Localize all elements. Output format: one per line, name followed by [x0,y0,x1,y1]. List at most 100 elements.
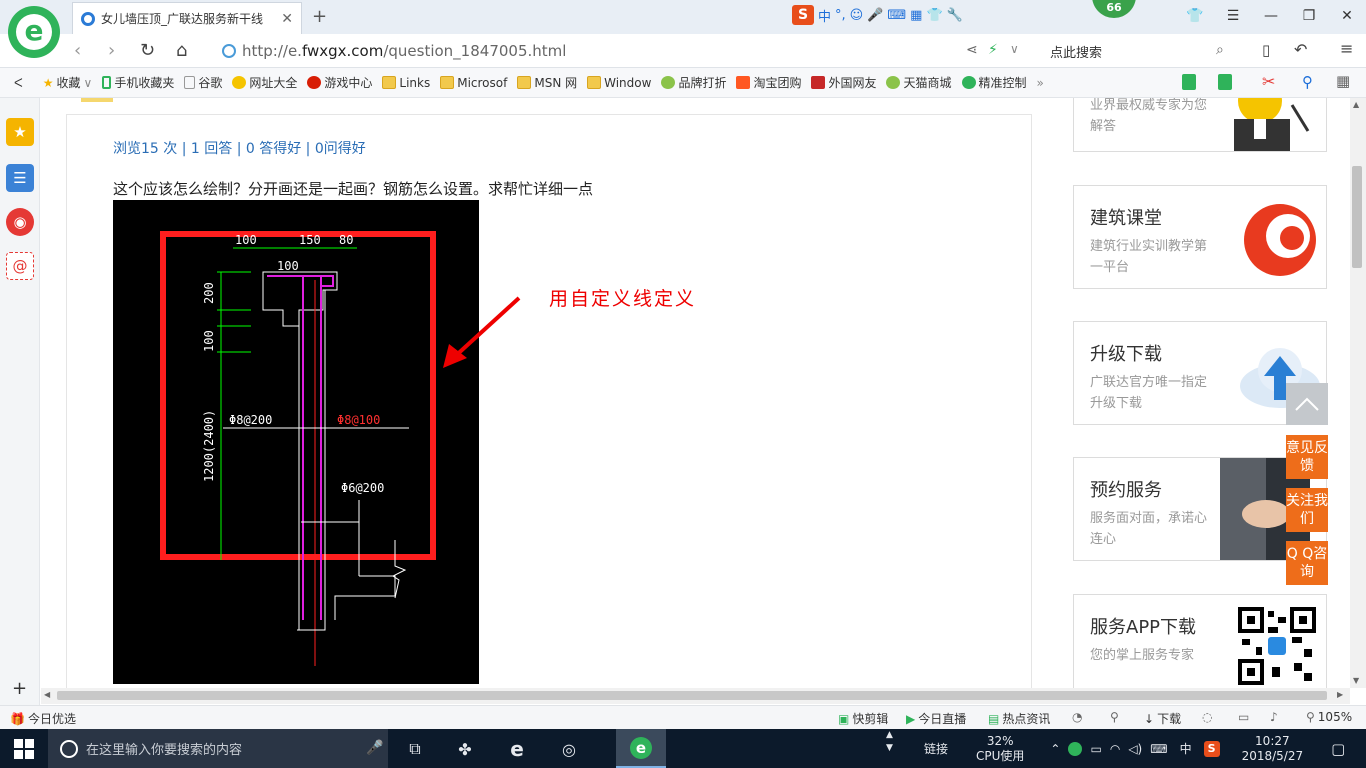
shirt-icon[interactable]: 👕 [926,8,942,23]
vertical-scrollbar[interactable]: ▲ ▼ [1350,98,1366,688]
address-bar[interactable]: http://e. fwxgx.com/question_1847005.html [222,40,1032,62]
phone-icon[interactable]: ▯ [1262,41,1270,59]
question-stats[interactable]: 浏览15 次 | 1 回答 | 0 答得好 | 0问得好 [113,138,366,158]
show-hidden-icon[interactable]: ⌃ [1050,742,1060,756]
browser-tray-icon[interactable] [1068,741,1083,756]
building-class-card[interactable]: 建筑课堂 建筑行业实训教学第一平台 [1073,185,1327,289]
bookmark-item[interactable]: ★ 收藏 ∨ [43,74,93,91]
ie-browser-icon[interactable]: e [500,735,534,763]
keyboard-icon[interactable]: ⌨ [887,8,906,23]
bookmark-item[interactable]: 谷歌 [184,74,222,91]
close-icon[interactable]: ✕ [1328,0,1366,32]
undo-icon[interactable]: ↶ [1294,40,1307,59]
home-icon[interactable]: ⌂ [176,40,187,61]
wrench-icon[interactable]: 🔧 [947,8,963,23]
bookmark-item[interactable]: Window [587,76,651,90]
shield-icon[interactable] [1182,74,1196,90]
bookmark-item[interactable]: 游戏中心 [307,74,372,91]
clock[interactable]: 10:27 2018/5/27 [1242,734,1304,764]
bookmark-item[interactable]: 网址大全 [232,74,297,91]
download-item[interactable]: ↓ 下载 [1144,710,1181,727]
grid-icon[interactable]: ▦ [910,8,922,23]
windows-start-icon[interactable] [14,739,34,759]
wifi-icon[interactable]: ◠ [1110,742,1120,756]
cad-drawing-image[interactable]: 100 150 80 100 200 100 1200(2400) Φ8@200… [113,200,479,684]
horizontal-scrollbar[interactable]: ◀ ▶ [41,688,1350,704]
microphone-icon[interactable]: 🎤 [366,740,383,756]
taskbar-scroll-icon[interactable]: ▲ ▼ [886,729,893,755]
back-to-top-button[interactable] [1286,383,1328,425]
live-item[interactable]: ▶ 今日直播 [906,710,966,727]
browser-tab[interactable]: 女儿墙压顶_广联达服务新干线 ✕ [72,2,302,34]
browser-taskbar-icon[interactable]: e [616,729,666,768]
bookmark-item[interactable]: 品牌打折 [661,74,726,91]
browser-logo-icon[interactable]: e [8,6,60,58]
search-input[interactable]: 点此搜索 [1040,39,1240,63]
speed-icon[interactable]: ◔ [1072,710,1082,724]
translate-icon[interactable] [1218,74,1232,90]
bookmark-item[interactable]: 天猫商城 [886,74,952,91]
bookmark-item[interactable]: Links [382,76,430,90]
news-item[interactable]: ▤ 热点资讯 [988,710,1050,727]
scroll-up-icon[interactable]: ▲ [1353,100,1359,109]
vertical-scroll-thumb[interactable] [1352,166,1362,268]
collapse-icon[interactable]: ᐸ [14,76,23,90]
app-download-card[interactable]: 服务APP下载 您的掌上服务专家 [1073,594,1327,688]
search-icon[interactable]: ⌕ [1216,42,1224,58]
reader-icon[interactable]: ☰ [6,164,34,192]
pin-icon[interactable]: ⚲ [1110,710,1119,724]
bookmark-item[interactable]: MSN 网 [517,74,577,91]
lightning-icon[interactable]: ⚡ [988,42,998,58]
skin-icon[interactable]: 👕 [1176,0,1214,32]
bookmark-item[interactable]: Microsof [440,76,507,90]
scroll-left-icon[interactable]: ◀ [44,690,50,699]
share-icon[interactable]: ⋖ [966,42,978,58]
favorites-icon[interactable]: ★ [6,118,34,146]
fan-app-icon[interactable]: ✤ [448,735,482,763]
menu-icon[interactable]: ☰ [1214,0,1252,32]
microphone-icon[interactable]: 🎤 [867,8,883,23]
more-chevron-icon[interactable]: » [1037,76,1044,90]
sound-icon[interactable]: ♪ [1270,710,1278,724]
window-icon[interactable]: ▭ [1238,710,1249,724]
battery-icon[interactable]: ▭ [1090,742,1101,756]
forward-icon[interactable]: › [108,40,115,61]
task-view-icon[interactable]: ⧉ [398,735,432,763]
spiral-app-icon[interactable]: ◎ [552,735,586,763]
bookmark-item[interactable]: 外国网友 [811,74,876,91]
weibo-icon[interactable]: ◉ [6,208,34,236]
expert-card[interactable]: 业界最权威专家为您解答 [1073,98,1327,152]
today-picks-item[interactable]: 🎁 今日优选 [10,710,76,727]
follow-us-button[interactable]: 关注我们 [1286,488,1328,532]
refresh-icon[interactable]: ↻ [140,40,155,61]
email-icon[interactable]: @ [6,252,34,280]
punctuation-icon[interactable]: °, [835,8,846,23]
feedback-button[interactable]: 意见反馈 [1286,435,1328,479]
keyboard-icon[interactable]: ⌨ [1150,742,1167,756]
minimize-icon[interactable]: — [1252,0,1290,32]
windows-search-input[interactable]: 在这里输入你要搜索的内容 🎤 [48,729,388,768]
back-icon[interactable]: ‹ [74,40,81,61]
tab-close-icon[interactable]: ✕ [281,11,293,27]
scroll-down-icon[interactable]: ▼ [1353,676,1359,685]
notification-icon[interactable]: ▢ [1331,740,1345,758]
grid-apps-icon[interactable]: ▦ [1336,72,1350,90]
dropdown-chevron-icon[interactable]: ∨ [1010,42,1019,56]
bookmark-item[interactable]: 淘宝团购 [736,74,801,91]
maximize-icon[interactable]: ❐ [1290,0,1328,32]
volume-icon[interactable]: ◁) [1128,742,1142,756]
add-icon[interactable]: + [12,678,27,699]
scissors-icon[interactable]: ✂ [1262,72,1275,91]
quick-edit-item[interactable]: ▣ 快剪辑 [838,710,888,727]
notification-badge[interactable]: 66 [1092,0,1136,18]
emoji-icon[interactable]: ☺ [850,8,864,23]
sogou-tray-icon[interactable]: S [1203,740,1220,757]
horizontal-scroll-thumb[interactable] [57,691,1327,700]
bookmark-item[interactable]: 精准控制 [961,74,1027,91]
scroll-right-icon[interactable]: ▶ [1337,690,1343,699]
bookmark-item[interactable]: 手机收藏夹 [102,74,174,91]
clean-icon[interactable]: ◌ [1202,710,1212,724]
new-tab-button[interactable]: + [312,6,327,27]
link-label[interactable]: 链接 [924,740,948,757]
ime-mode-label[interactable]: 中 [818,6,831,25]
